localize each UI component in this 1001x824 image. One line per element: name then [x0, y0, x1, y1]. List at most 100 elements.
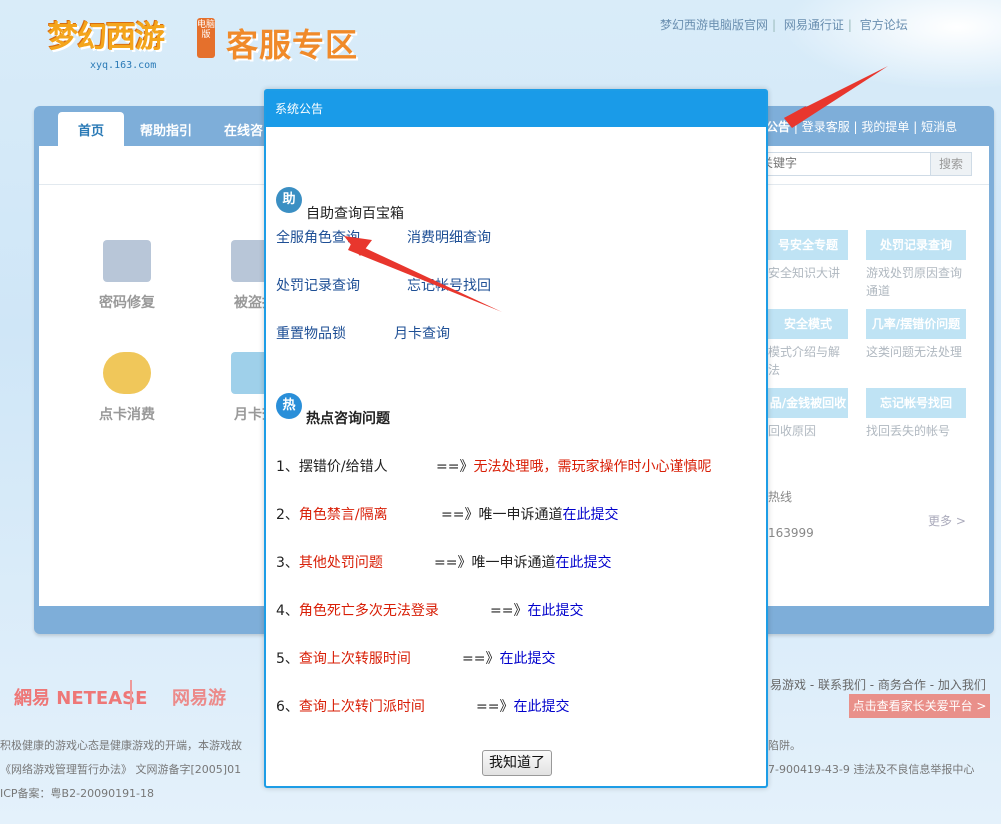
hot-icon: 热 — [276, 393, 302, 419]
faq-question: 角色禁言/隔离 — [298, 507, 388, 523]
top-link-forum[interactable]: 官方论坛 — [860, 18, 908, 32]
faq-arrow: ==》 — [490, 603, 528, 619]
card-probability[interactable]: 几率/摆错价问题 — [866, 309, 966, 339]
faq-num: 2、 — [276, 507, 299, 523]
nav-messages[interactable]: 短消息 — [921, 120, 957, 134]
faq-answer: 唯一申诉通道 — [471, 555, 556, 571]
search-input[interactable] — [741, 153, 935, 173]
faq-submit-link[interactable]: 在此提交 — [562, 507, 618, 523]
nav-announcement[interactable]: 公告 — [766, 120, 790, 134]
footer-line2-end: 7-900419-43-9 违法及不良信息举报中心 — [768, 763, 975, 776]
tab-help[interactable]: 帮助指引 — [124, 112, 208, 146]
faq-row-4: 4、角色死亡多次无法登录 — [276, 600, 439, 620]
link-punish-query[interactable]: 处罚记录查询 — [276, 275, 360, 295]
parent-care-button[interactable]: 点击查看家长关爱平台 > — [849, 694, 990, 718]
footer-divider — [130, 680, 132, 710]
lock-icon — [103, 240, 151, 282]
faq-question: 角色死亡多次无法登录 — [298, 603, 439, 619]
card-desc: 回收原因 — [768, 424, 817, 438]
modal-title: 系统公告 — [266, 91, 766, 127]
more-link[interactable]: 更多 > — [928, 512, 966, 529]
faq-answer: 唯一申诉通道 — [478, 507, 563, 523]
faq-num: 1、 — [276, 459, 299, 475]
announcement-modal: 系统公告 助 自助查询百宝箱 全服角色查询 消费明细查询 处罚记录查询 忘记帐号… — [264, 89, 768, 788]
faq-submit-link[interactable]: 在此提交 — [513, 699, 569, 715]
faq-submit-link[interactable]: 在此提交 — [555, 555, 611, 571]
faq-submit-link[interactable]: 在此提交 — [499, 651, 555, 667]
faq-arrow: ==》 — [462, 651, 500, 667]
help-heading: 自助查询百宝箱 — [306, 206, 404, 222]
hotline-label: 热线 — [768, 490, 793, 504]
card-desc: 安全知识大讲 — [768, 266, 841, 280]
tool-card-consume[interactable]: 点卡消费 — [82, 352, 172, 424]
nav-my-tickets[interactable]: 我的提单 — [861, 120, 909, 134]
faq-row-2: 2、角色禁言/隔离 — [276, 504, 388, 524]
link-role-query[interactable]: 全服角色查询 — [276, 227, 360, 247]
faq-num: 3、 — [276, 555, 299, 571]
faq-question: 查询上次转服时间 — [298, 651, 411, 667]
card-desc: 模式介绍与解法 — [768, 345, 841, 377]
faq-row-6: 6、查询上次转门派时间 — [276, 696, 425, 716]
faq-arrow: ==》 — [434, 555, 472, 571]
help-icon: 助 — [276, 187, 302, 213]
tab-home[interactable]: 首页 — [58, 112, 125, 146]
footer-line1: 积极健康的游戏心态是健康游戏的开端，本游戏故 — [0, 739, 242, 752]
link-forgot-account[interactable]: 忘记帐号找回 — [407, 275, 491, 295]
logo-text: 梦幻西游 — [48, 20, 165, 55]
tool-password-repair[interactable]: 密码修复 — [82, 240, 172, 312]
faq-answer: 无法处理哦，需玩家操作时小心谨慎呢 — [473, 459, 712, 475]
link-month-card[interactable]: 月卡查询 — [394, 323, 450, 343]
card-account-security[interactable]: 号安全专题 — [768, 230, 848, 260]
card-safe-mode[interactable]: 安全模式 — [768, 309, 848, 339]
link-consume-query[interactable]: 消费明细查询 — [407, 227, 491, 247]
hot-heading: 热点咨询问题 — [306, 411, 390, 427]
card-desc: 这类问题无法处理 — [866, 345, 963, 359]
faq-question: 其他处罚问题 — [298, 555, 383, 571]
footer-line1-end: 陷阱。 — [768, 739, 801, 752]
search-bar: 搜索 — [740, 152, 972, 176]
link-reset-lock[interactable]: 重置物品锁 — [276, 323, 346, 343]
card-desc: 游戏处罚原因查询通道 — [866, 266, 963, 298]
faq-question: 查询上次转门派时间 — [298, 699, 425, 715]
logo-domain: xyq.163.com — [90, 60, 157, 71]
top-link-official[interactable]: 梦幻西游电脑版官网 — [660, 18, 768, 32]
ok-button[interactable]: 我知道了 — [482, 750, 552, 776]
card-desc: 找回丢失的帐号 — [866, 424, 951, 438]
tool-label: 点卡消费 — [99, 407, 155, 423]
nav-login[interactable]: 登录客服 — [802, 120, 850, 134]
faq-num: 6、 — [276, 699, 299, 715]
faq-row-5: 5、查询上次转服时间 — [276, 648, 411, 668]
netease-game-logo[interactable]: 网易游 — [172, 684, 226, 710]
coins-icon — [103, 352, 151, 394]
netease-logo[interactable]: 網易 NETEASE — [14, 684, 147, 710]
hotline-number: 163999 — [768, 526, 814, 540]
top-link-passport[interactable]: 网易通行证 — [784, 18, 844, 32]
footer-line2: 《网络游戏管理暂行办法》 文网游备字[2005]01 — [0, 763, 242, 776]
faq-row-1: 1、摆错价/给错人 — [276, 456, 388, 476]
faq-arrow: ==》 — [441, 507, 479, 523]
header-glow — [781, 0, 1001, 90]
nav-right: 公告 | 登录客服 | 我的提单 | 短消息 — [766, 120, 958, 134]
faq-answer-2: ==》唯一申诉通道在此提交 — [441, 504, 618, 524]
footer-icp: ICP备案：粤B2-20090191-18 — [0, 787, 155, 800]
faq-arrow: ==》 — [476, 699, 514, 715]
faq-row-3: 3、其他处罚问题 — [276, 552, 383, 572]
top-links: 梦幻西游电脑版官网 | 网易通行证 | 官方论坛 — [660, 18, 908, 32]
search-button[interactable]: 搜索 — [930, 153, 971, 175]
faq-answer-4: ==》在此提交 — [490, 600, 583, 620]
nav-tabs: 首页 帮助指引 在线咨 — [58, 112, 279, 146]
card-punish-query[interactable]: 处罚记录查询 — [866, 230, 966, 260]
faq-question: 摆错价/给错人 — [298, 459, 388, 475]
footer-links[interactable]: 易游戏 - 联系我们 - 商务合作 - 加入我们 — [770, 676, 986, 693]
faq-num: 4、 — [276, 603, 299, 619]
faq-answer-6: ==》在此提交 — [476, 696, 569, 716]
faq-answer-3: ==》唯一申诉通道在此提交 — [434, 552, 611, 572]
faq-answer-1: ==》无法处理哦，需玩家操作时小心谨慎呢 — [436, 456, 711, 476]
zone-title: 客服专区 — [226, 26, 359, 64]
faq-submit-link[interactable]: 在此提交 — [527, 603, 583, 619]
card-account-recover[interactable]: 忘记帐号找回 — [866, 388, 966, 418]
card-recycle[interactable]: 品/金钱被回收 — [768, 388, 848, 418]
faq-arrow: ==》 — [436, 459, 474, 475]
faq-num: 5、 — [276, 651, 299, 667]
tool-label: 密码修复 — [99, 295, 155, 311]
